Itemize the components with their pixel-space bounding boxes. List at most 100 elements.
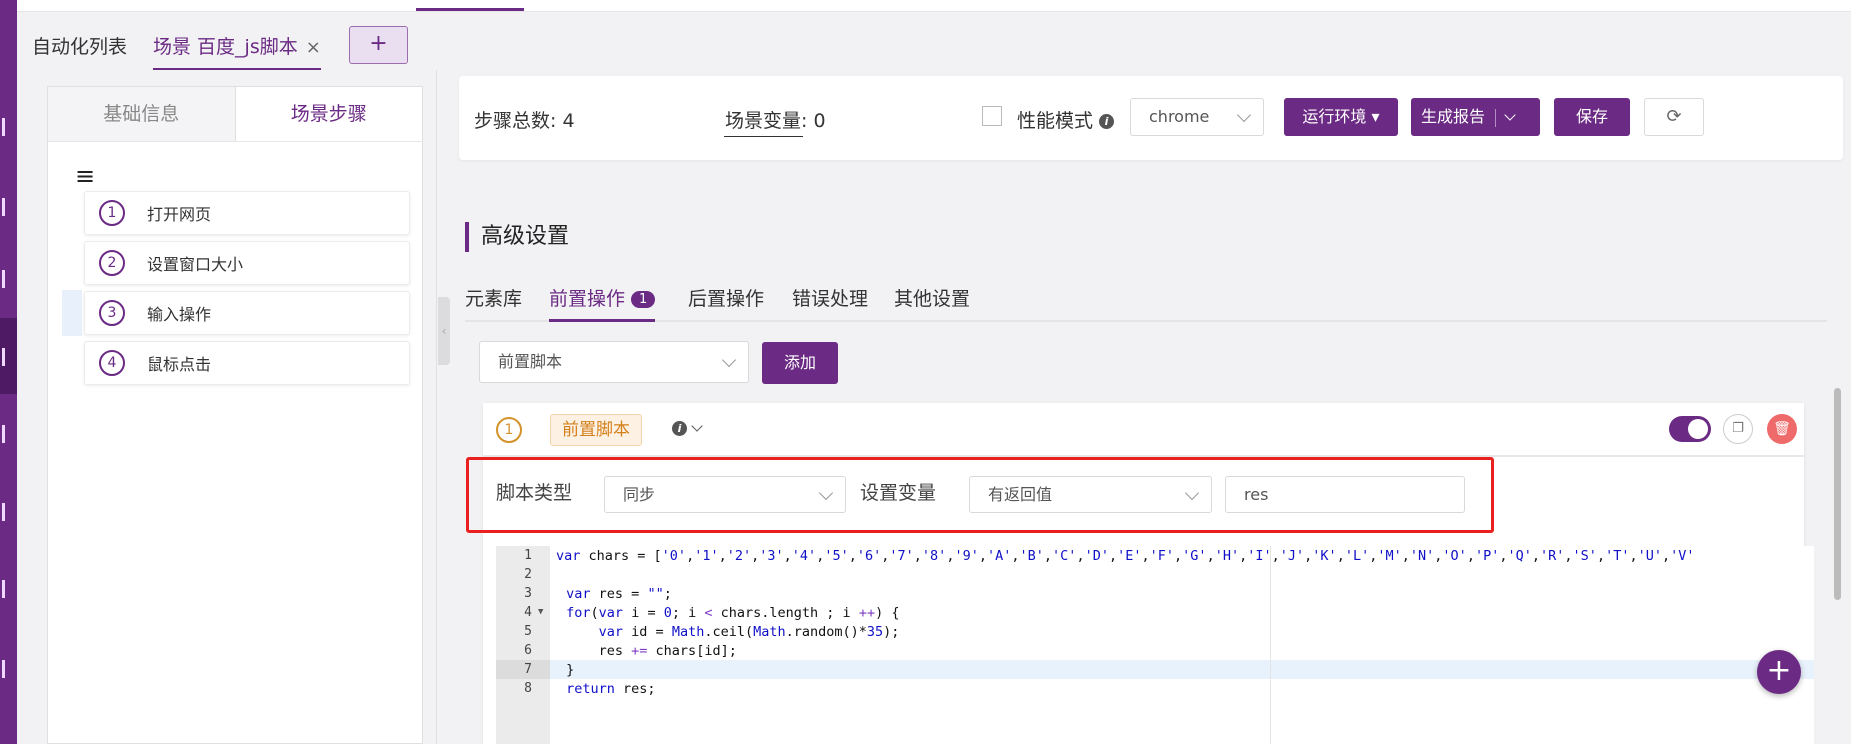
perf-mode-label: 性能模式 i — [1017, 106, 1115, 133]
line-number: 2 — [524, 567, 532, 582]
line-number: 4 — [524, 605, 532, 620]
print-margin — [1270, 546, 1271, 744]
code-line: var id = Math.ceil(Math.random()*35); — [598, 624, 900, 640]
step-number: 2 — [99, 250, 125, 276]
pre-script-select[interactable]: 前置脚本 — [479, 341, 749, 383]
top-strip — [17, 0, 1851, 12]
chevron-down-icon — [691, 420, 703, 432]
chevron-down-icon[interactable] — [1504, 109, 1516, 121]
panel-divider — [436, 70, 437, 744]
tab-element-lib[interactable]: 元素库 — [465, 284, 522, 322]
var-name-input[interactable]: res — [1225, 476, 1465, 513]
code-line: res += chars[id]; — [558, 643, 737, 659]
step-label: 设置窗口大小 — [147, 255, 244, 274]
tab-pre-action[interactable]: 前置操作 1 — [549, 284, 656, 322]
tab-automation-list[interactable]: 自动化列表 — [32, 32, 127, 70]
step-number: 4 — [99, 350, 125, 376]
nav-marker[interactable] — [2, 118, 5, 136]
step-item[interactable]: 2 设置窗口大小 — [84, 241, 410, 285]
fold-icon[interactable]: ▼ — [538, 607, 543, 617]
nav-marker[interactable] — [2, 198, 5, 216]
code-line: return res; — [566, 681, 656, 697]
left-nav-rail — [0, 0, 17, 744]
tab-label: 前置操作 — [549, 288, 626, 310]
step-selection-highlight — [62, 290, 82, 336]
copy-icon[interactable]: ❐ — [1723, 414, 1753, 444]
script-tag: 前置脚本 — [550, 414, 642, 446]
caret-down-icon: ▾ — [1371, 107, 1380, 126]
tab-scene-baidu-js[interactable]: 场景 百度_js脚本 × — [153, 32, 321, 70]
left-panel-tabs: 基础信息 场景步骤 — [48, 87, 422, 142]
chevron-down-icon — [818, 485, 834, 500]
tab-error-handling[interactable]: 错误处理 — [792, 284, 868, 322]
tab-other-settings[interactable]: 其他设置 — [894, 284, 970, 322]
code-line: } — [558, 662, 575, 678]
tab-bar: 自动化列表 场景 百度_js脚本 × + — [17, 12, 1851, 70]
line-number: 3 — [524, 586, 532, 601]
add-button[interactable]: 添加 — [762, 342, 838, 384]
set-var-label: 设置变量 — [860, 482, 937, 504]
info-dropdown[interactable]: i — [672, 418, 703, 437]
code-line: var res = ""; — [566, 586, 672, 602]
current-line-highlight — [550, 660, 1814, 679]
scene-toolbar: 步骤总数: 4 场景变量: 0 性能模式 i chrome 运行环境 ▾ 生成报… — [459, 76, 1843, 160]
line-number: 1 — [524, 548, 532, 563]
scene-variable-link[interactable]: 场景变量: 0 — [725, 106, 826, 133]
step-item[interactable]: 3 输入操作 — [84, 291, 410, 335]
script-type-value: 同步 — [623, 485, 656, 504]
nav-marker[interactable] — [2, 503, 5, 521]
gen-report-button[interactable]: 生成报告 — [1411, 98, 1540, 136]
chevron-down-icon — [1184, 485, 1200, 500]
gen-report-label: 生成报告 — [1421, 107, 1486, 126]
script-type-label: 脚本类型 — [496, 482, 573, 504]
info-icon[interactable]: i — [1099, 114, 1115, 129]
code-line: var chars = ['0','1','2','3','4','5','6'… — [556, 548, 1695, 564]
menu-icon[interactable]: ≡ — [75, 162, 95, 190]
browser-value: chrome — [1149, 107, 1210, 126]
close-icon[interactable]: × — [306, 37, 321, 58]
tab-label: 场景 百度_js脚本 — [153, 36, 298, 58]
code-editor[interactable]: 1 2 3 4 ▼ 5 6 7 8 var chars = ['0','1','… — [496, 546, 1814, 744]
nav-marker[interactable] — [2, 270, 5, 288]
count-badge: 1 — [631, 291, 656, 308]
underline — [724, 136, 803, 137]
run-env-button[interactable]: 运行环境 ▾ — [1284, 98, 1398, 136]
step-total: 步骤总数: 4 — [474, 110, 575, 132]
trash-icon[interactable]: 🗑 — [1767, 414, 1797, 444]
script-type-select[interactable]: 同步 — [604, 476, 846, 513]
step-number: 1 — [99, 200, 125, 226]
collapse-handle[interactable]: ‹ — [438, 297, 450, 365]
tab-label: 自动化列表 — [32, 36, 128, 58]
refresh-button[interactable]: ⟳ — [1644, 98, 1704, 136]
step-label: 鼠标点击 — [147, 355, 212, 374]
add-tab-button[interactable]: + — [349, 26, 408, 64]
scrollbar[interactable] — [1834, 388, 1841, 600]
info-icon: i — [672, 421, 687, 436]
line-number: 7 — [524, 662, 532, 677]
plus-icon[interactable]: + — [1757, 650, 1801, 694]
nav-marker[interactable] — [2, 580, 5, 598]
pre-script-value: 前置脚本 — [498, 352, 563, 371]
tab-scene-steps[interactable]: 场景步骤 — [234, 87, 422, 141]
step-label: 打开网页 — [147, 205, 212, 224]
step-item[interactable]: 1 打开网页 — [84, 191, 410, 235]
line-number: 8 — [524, 681, 532, 696]
step-number: 3 — [99, 300, 125, 326]
set-var-select[interactable]: 有返回值 — [969, 476, 1212, 513]
perf-mode-checkbox[interactable] — [982, 106, 1002, 126]
save-button[interactable]: 保存 — [1554, 98, 1630, 136]
nav-marker[interactable] — [2, 660, 5, 678]
step-item[interactable]: 4 鼠标点击 — [84, 341, 410, 385]
tab-post-action[interactable]: 后置操作 — [688, 284, 764, 322]
nav-marker[interactable] — [2, 425, 5, 443]
advanced-tabs: 元素库 前置操作 1 后置操作 错误处理 其他设置 — [465, 278, 1827, 322]
enable-toggle[interactable] — [1669, 416, 1711, 442]
nav-marker[interactable] — [2, 348, 5, 366]
browser-select[interactable]: chrome — [1130, 98, 1264, 136]
chevron-down-icon — [721, 352, 737, 368]
tab-basic-info[interactable]: 基础信息 — [48, 87, 235, 141]
line-number: 6 — [524, 643, 532, 658]
card-header: 1 前置脚本 i ❐ 🗑 — [483, 403, 1804, 457]
top-indicator — [416, 8, 524, 11]
run-env-label: 运行环境 — [1302, 107, 1367, 126]
